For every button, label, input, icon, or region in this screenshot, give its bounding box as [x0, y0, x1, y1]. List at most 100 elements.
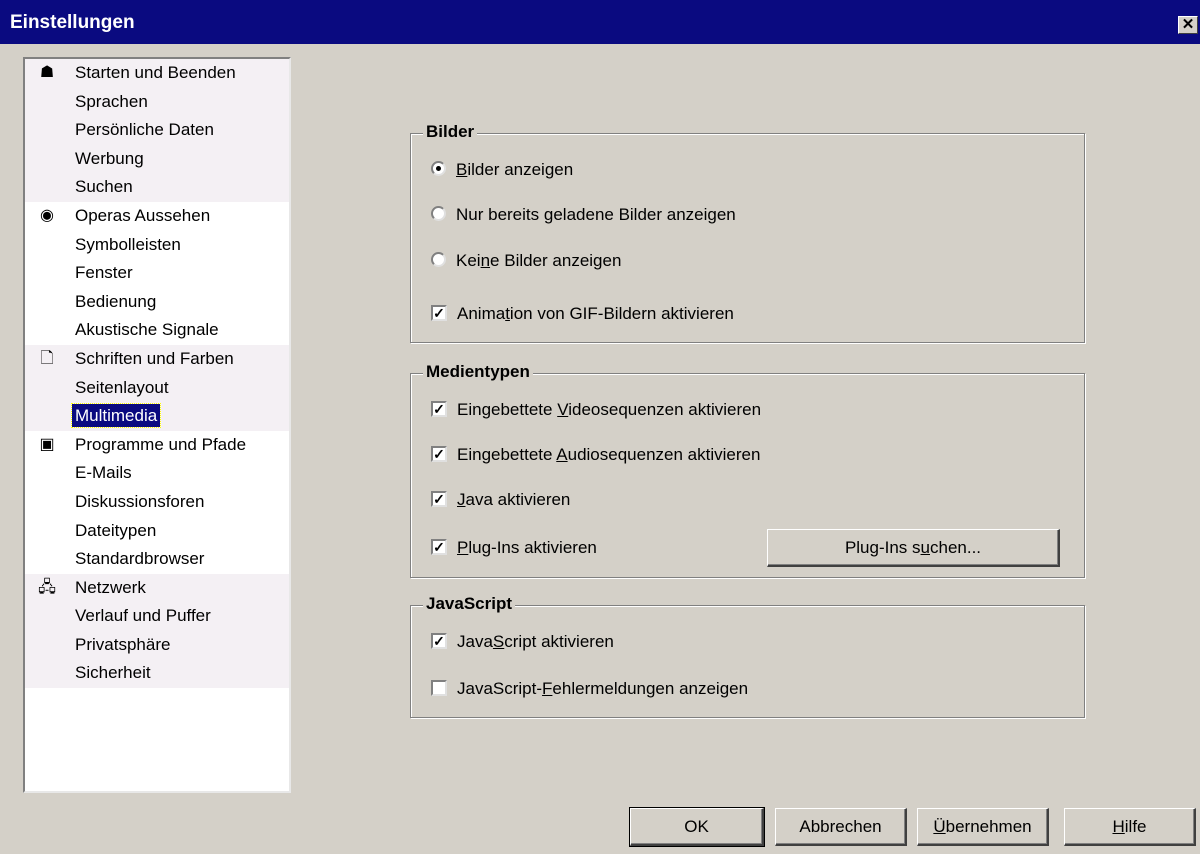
- video-checkbox[interactable]: ✓ Eingebettete Videosequenzen aktivieren: [431, 398, 761, 422]
- radio-indicator: [431, 206, 446, 222]
- sidebar-item-label: Sicherheit: [75, 663, 151, 683]
- close-button[interactable]: ✕: [1178, 16, 1198, 34]
- apply-label: Übernehmen: [933, 817, 1032, 836]
- audio-label: Eingebettete Audiosequenzen aktivieren: [457, 445, 761, 464]
- sidebar-item-schriften-und-farben[interactable]: Schriften und Farben: [25, 345, 289, 374]
- javascript-enable-label: JavaScript aktivieren: [457, 632, 614, 651]
- video-label: Eingebettete Videosequenzen aktivieren: [457, 400, 762, 419]
- sidebar-item-fenster[interactable]: Fenster: [25, 259, 289, 288]
- sidebar-item-dateitypen[interactable]: Dateitypen: [25, 517, 289, 546]
- sidebar-item-label: Diskussionsforen: [75, 491, 205, 511]
- bilder-legend: Bilder: [423, 122, 478, 142]
- sidebar-item-symbolleisten[interactable]: Symbolleisten: [25, 231, 289, 260]
- search-plugins-label: Plug-Ins suchen...: [844, 538, 982, 557]
- checkbox-indicator: ✓: [431, 490, 447, 507]
- sidebar-item-label: Sprachen: [75, 91, 148, 111]
- apply-button[interactable]: Übernehmen: [917, 808, 1049, 846]
- javascript-enable-checkbox[interactable]: ✓ JavaScript aktivieren: [431, 630, 614, 654]
- title-bar: Einstellungen ✕: [0, 0, 1200, 44]
- settings-category-tree[interactable]: ☗ Starten und Beenden Sprachen Persönliche …: [23, 57, 291, 793]
- no-images-label: Keine Bilder anzeigen: [456, 251, 622, 270]
- sidebar-item-multimedia[interactable]: Multimedia: [25, 402, 289, 431]
- sidebar-group: 🖧 Netzwerk Verlauf und Puffer Privatsphäre S…: [25, 573, 289, 689]
- sidebar-item-label: Persönliche Daten: [75, 120, 214, 140]
- sidebar-item-label: Dateitypen: [75, 520, 157, 540]
- sidebar-item-diskussionsforen[interactable]: Diskussionsforen: [25, 488, 289, 517]
- plugins-label: Plug-Ins aktivieren: [457, 538, 597, 557]
- help-label: Hilfe: [1112, 817, 1147, 836]
- sidebar-item-seitenlayout[interactable]: Seitenlayout: [25, 374, 289, 403]
- sidebar-item-verlauf-und-puffer[interactable]: Verlauf und Puffer: [25, 602, 289, 631]
- cancel-button[interactable]: Abbrechen: [775, 808, 907, 846]
- sidebar-group: ◉ Operas Aussehen Symbolleisten Fenster Bedi…: [25, 202, 289, 345]
- cached-images-label: Nur bereits geladene Bilder anzeigen: [456, 205, 736, 224]
- sidebar-item-label: Standardbrowser: [75, 549, 205, 569]
- sidebar-item-label: Akustische Signale: [75, 320, 219, 340]
- sidebar-item-operas-aussehen[interactable]: Operas Aussehen: [25, 202, 289, 231]
- checkbox-indicator: ✓: [431, 445, 447, 462]
- sidebar-item-sprachen[interactable]: Sprachen: [25, 88, 289, 117]
- sidebar-item-programme-und-pfade[interactable]: Programme und Pfade: [25, 431, 289, 460]
- sidebar-item-label: E-Mails: [75, 463, 132, 483]
- sidebar-item-label: Seitenlayout: [75, 377, 169, 397]
- bilder-groupbox: Bilder Bilder anzeigen Nur bereits gelad…: [410, 122, 1085, 343]
- cancel-label: Abbrechen: [799, 817, 882, 836]
- sidebar-item-label: Programme und Pfade: [75, 434, 247, 454]
- sidebar-item-label: Werbung: [75, 148, 144, 168]
- java-label: Java aktivieren: [457, 490, 571, 509]
- medientypen-legend: Medientypen: [423, 362, 533, 382]
- gif-animation-checkbox[interactable]: ✓ Animation von GIF-Bildern aktivieren: [431, 302, 734, 326]
- sidebar-group: 🗋 Schriften und Farben Seitenlayout Multime…: [25, 344, 289, 431]
- sidebar-item-akustische-signale[interactable]: Akustische Signale: [25, 316, 289, 345]
- sidebar-item-werbung[interactable]: Werbung: [25, 145, 289, 174]
- show-images-radio[interactable]: Bilder anzeigen: [431, 158, 573, 182]
- sidebar-item-label: Suchen: [75, 177, 133, 197]
- radio-indicator: [431, 161, 446, 177]
- checkbox-indicator: ✓: [431, 632, 447, 649]
- sidebar-item-bedienung[interactable]: Bedienung: [25, 288, 289, 317]
- javascript-legend: JavaScript: [423, 594, 515, 614]
- sidebar-item-standardbrowser[interactable]: Standardbrowser: [25, 545, 289, 574]
- ok-label: OK: [684, 817, 709, 836]
- gif-animation-label: Animation von GIF-Bildern aktivieren: [457, 304, 734, 323]
- sidebar-item-label: Privatsphäre: [75, 634, 171, 654]
- sidebar-item-e-mails[interactable]: E-Mails: [25, 459, 289, 488]
- sidebar-item-persönliche-daten[interactable]: Persönliche Daten: [25, 116, 289, 145]
- sidebar-item-label: Fenster: [75, 263, 133, 283]
- sidebar-item-label: Netzwerk: [75, 577, 146, 597]
- javascript-errors-checkbox[interactable]: JavaScript-Fehlermeldungen anzeigen: [431, 677, 748, 701]
- sidebar-item-starten-und-beenden[interactable]: Starten und Beenden: [25, 59, 289, 88]
- help-button[interactable]: Hilfe: [1064, 808, 1196, 846]
- close-icon: ✕: [1181, 16, 1195, 33]
- ok-button[interactable]: OK: [629, 807, 765, 847]
- checkbox-indicator: ✓: [431, 400, 447, 417]
- audio-checkbox[interactable]: ✓ Eingebettete Audiosequenzen aktivieren: [431, 443, 760, 467]
- medientypen-groupbox: Medientypen ✓ Eingebettete Videosequenzen…: [410, 362, 1085, 578]
- checkbox-indicator: ✓: [431, 538, 447, 555]
- sidebar-item-sicherheit[interactable]: Sicherheit: [25, 659, 289, 688]
- checkbox-indicator: ✓: [431, 304, 447, 321]
- plugins-checkbox[interactable]: ✓ Plug-Ins aktivieren: [431, 536, 597, 560]
- sidebar-group: ☗ Starten und Beenden Sprachen Persönliche …: [25, 59, 289, 202]
- window-title: Einstellungen: [10, 12, 135, 33]
- sidebar-item-label: Starten und Beenden: [75, 63, 236, 82]
- show-images-label: Bilder anzeigen: [456, 160, 574, 179]
- javascript-groupbox: JavaScript ✓ JavaScript aktivieren JavaSc…: [410, 594, 1085, 718]
- sidebar-item-label: Bedienung: [75, 291, 157, 311]
- no-images-radio[interactable]: Keine Bilder anzeigen: [431, 249, 621, 273]
- sidebar-item-label: Multimedia: [70, 403, 162, 429]
- search-plugins-button[interactable]: Plug-Ins suchen...: [767, 529, 1060, 567]
- sidebar-item-privatsphäre[interactable]: Privatsphäre: [25, 631, 289, 660]
- sidebar-item-label: Verlauf und Puffer: [75, 606, 211, 626]
- javascript-errors-label: JavaScript-Fehlermeldungen anzeigen: [457, 679, 749, 698]
- cached-images-radio[interactable]: Nur bereits geladene Bilder anzeigen: [431, 203, 736, 227]
- sidebar-group: ▣ Programme und Pfade E-Mails Diskussionsfo…: [25, 431, 289, 574]
- sidebar-item-label: Symbolleisten: [75, 234, 181, 254]
- checkbox-indicator: [431, 679, 447, 696]
- radio-indicator: [431, 252, 446, 268]
- sidebar-item-netzwerk[interactable]: Netzwerk: [25, 574, 289, 603]
- sidebar-item-suchen[interactable]: Suchen: [25, 173, 289, 202]
- sidebar-item-label: Schriften und Farben: [75, 348, 234, 368]
- java-checkbox[interactable]: ✓ Java aktivieren: [431, 488, 570, 512]
- sidebar-item-label: Operas Aussehen: [75, 205, 211, 225]
